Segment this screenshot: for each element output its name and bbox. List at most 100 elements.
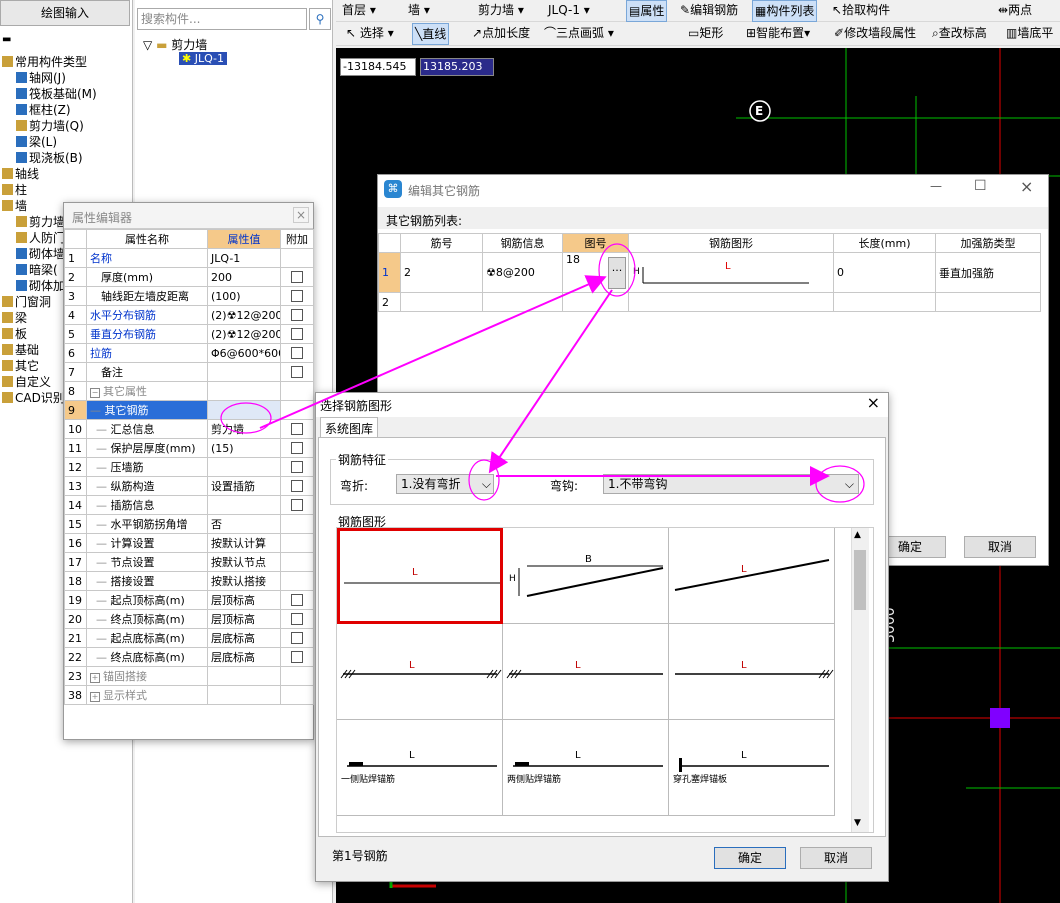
search-input[interactable]: 搜索构件...	[137, 8, 307, 30]
module-tree-item[interactable]: 常用构件类型	[2, 54, 87, 70]
hook-select[interactable]: 1.不带弯钩 ⌵	[603, 474, 859, 494]
property-value[interactable]: JLQ-1	[207, 248, 281, 268]
table-row[interactable]: 18— 搭接设置 按默认搭接	[64, 571, 314, 591]
table-row[interactable]: 6 拉筋 Φ6@600*600	[64, 343, 314, 363]
module-tree-item[interactable]: 梁(L)	[16, 134, 57, 150]
more-button[interactable]: ···	[608, 257, 626, 289]
close-icon[interactable]: ×	[1020, 177, 1033, 196]
shape-option[interactable]: L	[337, 624, 503, 720]
two-point-button[interactable]: ⇹两点	[996, 0, 1034, 22]
fig-no-cell[interactable]: 18 ···	[562, 252, 629, 293]
table-row[interactable]: 22— 终点底标高(m) 层底标高	[64, 647, 314, 667]
checkbox[interactable]	[291, 593, 303, 606]
cancel-button[interactable]: 取消	[964, 536, 1036, 558]
property-value[interactable]	[207, 457, 281, 477]
checkbox[interactable]	[291, 612, 303, 625]
property-value[interactable]	[207, 362, 281, 382]
table-row[interactable]: 14— 插筋信息	[64, 495, 314, 515]
shape-option[interactable]: L 一侧贴焊锚筋	[337, 720, 503, 816]
table-row[interactable]: 8− 其它属性	[64, 381, 314, 401]
check-elevation-button[interactable]: ⌕查改标高	[930, 23, 989, 45]
checkbox[interactable]	[291, 346, 303, 359]
property-value[interactable]: 按默认搭接	[207, 571, 281, 591]
checkbox[interactable]	[291, 479, 303, 492]
arc-button[interactable]: ⌒三点画弧 ▾	[542, 23, 616, 45]
table-row[interactable]: 5 垂直分布钢筋 (2)☢12@200	[64, 324, 314, 344]
module-tree-item[interactable]: 其它	[2, 358, 39, 374]
smart-layout-button[interactable]: ⊞智能布置▾	[744, 23, 812, 45]
checkbox[interactable]	[291, 631, 303, 644]
pick-component-button[interactable]: ↖拾取构件	[830, 0, 892, 22]
table-row[interactable]: 10— 汇总信息 剪力墙	[64, 419, 314, 439]
table-row[interactable]: 2 厚度(mm) 200	[64, 267, 314, 287]
scroll-thumb[interactable]	[854, 550, 866, 610]
property-value[interactable]	[207, 685, 281, 705]
property-value[interactable]: (15)	[207, 438, 281, 458]
table-row[interactable]: 12— 压墙筋	[64, 457, 314, 477]
module-tree-item[interactable]: 轴网(J)	[16, 70, 66, 86]
rebar-no-cell[interactable]: 2	[400, 252, 483, 293]
rect-button[interactable]: ▭矩形	[686, 23, 725, 45]
checkbox[interactable]	[291, 441, 303, 454]
expand-icon[interactable]: +	[90, 692, 100, 702]
coord-x-field[interactable]: -13184.545	[340, 58, 416, 76]
type-cell[interactable]: 垂直加强筋	[935, 252, 1041, 293]
module-tree-item[interactable]: 剪力墙	[16, 214, 65, 230]
table-row[interactable]: 16— 计算设置 按默认计算	[64, 533, 314, 553]
props-button[interactable]: ▤属性	[626, 0, 668, 22]
property-value[interactable]: 层顶标高	[207, 609, 281, 629]
module-tree-item[interactable]: 板	[2, 326, 27, 342]
property-value[interactable]	[207, 666, 281, 686]
checkbox[interactable]	[291, 498, 303, 511]
property-value[interactable]	[207, 495, 281, 515]
property-value[interactable]: (2)☢12@200	[207, 324, 281, 344]
shape-option[interactable]: L	[337, 528, 503, 624]
property-value[interactable]: 剪力墙	[207, 419, 281, 439]
table-row[interactable]: 1 2 ☢8@200 18 ··· H L 0 垂直加强筋	[378, 252, 1041, 293]
tab-system-library[interactable]: 系统图库	[320, 417, 379, 437]
search-icon[interactable]: ⚲	[309, 8, 331, 30]
ok-button[interactable]: 确定	[714, 847, 786, 869]
property-value[interactable]: 层底标高	[207, 647, 281, 667]
table-row[interactable]: 4 水平分布钢筋 (2)☢12@200	[64, 305, 314, 325]
property-value[interactable]: (2)☢12@200	[207, 305, 281, 325]
select-button[interactable]: ↖ 选择 ▾	[344, 23, 396, 45]
module-tree-item[interactable]: 柱	[2, 182, 27, 198]
table-row[interactable]: 3 轴线距左墙皮距离 (100)	[64, 286, 314, 306]
collapse-icon[interactable]: ▬	[2, 34, 11, 45]
property-value[interactable]: 否	[207, 514, 281, 534]
table-row[interactable]: 11— 保护层厚度(mm) (15)	[64, 438, 314, 458]
module-tree-item[interactable]: 自定义	[2, 374, 51, 390]
close-icon[interactable]: ×	[867, 393, 880, 412]
table-row[interactable]: 9— 其它钢筋	[64, 400, 314, 420]
table-row[interactable]: 21— 起点底标高(m) 层底标高	[64, 628, 314, 648]
item-select[interactable]: JLQ-1 ▾	[546, 0, 592, 22]
shape-option[interactable]: L	[503, 624, 669, 720]
length-cell[interactable]: 0	[833, 252, 936, 293]
table-row[interactable]: 13— 纵筋构造 设置插筋	[64, 476, 314, 496]
module-tree-item[interactable]: 砌体墙	[16, 246, 65, 262]
cancel-button[interactable]: 取消	[800, 847, 872, 869]
module-tree-item[interactable]: 梁	[2, 310, 27, 326]
property-value[interactable]: (100)	[207, 286, 281, 306]
module-tree-item[interactable]: 框柱(Z)	[16, 102, 71, 118]
collapse-icon[interactable]: −	[90, 388, 100, 398]
module-tree-item[interactable]: 现浇板(B)	[16, 150, 83, 166]
table-row[interactable]: 19— 起点顶标高(m) 层顶标高	[64, 590, 314, 610]
checkbox[interactable]	[291, 289, 303, 302]
property-value[interactable]: 200	[207, 267, 281, 287]
module-tree-item[interactable]: 暗梁(	[16, 262, 58, 278]
module-tree-item[interactable]: 门窗洞	[2, 294, 51, 310]
floor-select[interactable]: 首层 ▾	[340, 0, 378, 22]
property-value[interactable]: Φ6@600*600	[207, 343, 281, 363]
table-row[interactable]: 15— 水平钢筋拐角增否	[64, 514, 314, 534]
checkbox[interactable]	[291, 460, 303, 473]
module-tree-item[interactable]: 墙	[2, 198, 27, 214]
point-length-button[interactable]: ↗点加长度	[470, 23, 532, 45]
table-row[interactable]: 7 备注	[64, 362, 314, 382]
shape-option[interactable]: L 两侧贴焊锚筋	[503, 720, 669, 816]
shape-option[interactable]: L	[669, 624, 835, 720]
table-row[interactable]: 23 + 锚固搭接	[64, 666, 314, 686]
property-value[interactable]: 按默认计算	[207, 533, 281, 553]
module-tree-item[interactable]: 砌体加	[16, 278, 65, 294]
